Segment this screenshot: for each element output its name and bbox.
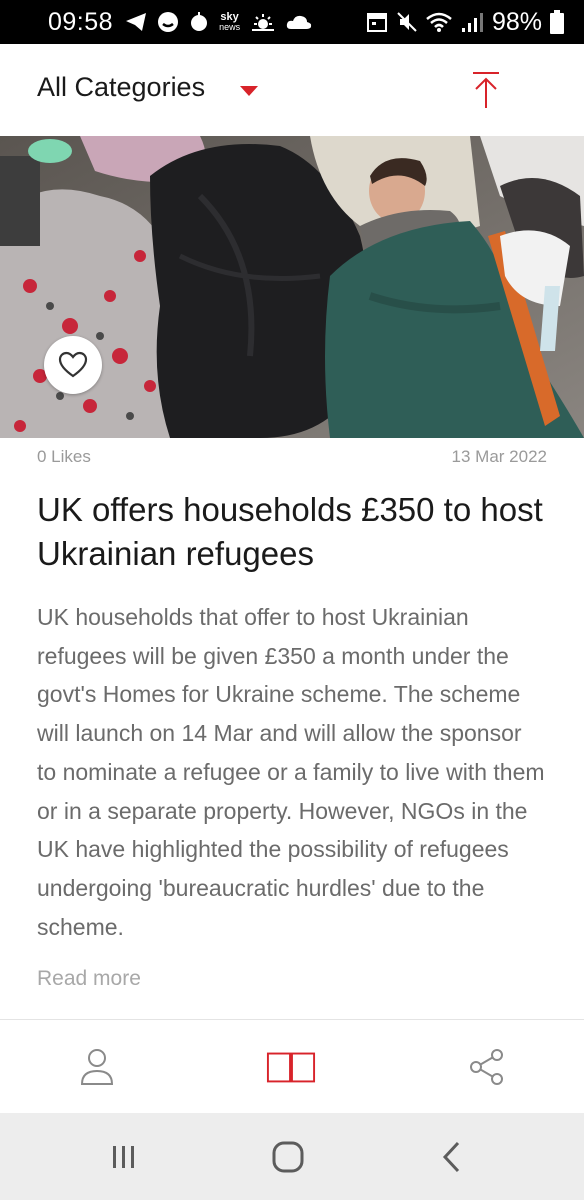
home-button[interactable] (263, 1135, 313, 1179)
profile-icon (80, 1049, 114, 1085)
caret-down-icon[interactable] (240, 86, 258, 96)
system-nav-bar (0, 1113, 584, 1200)
article-meta: 0 Likes 13 Mar 2022 (37, 447, 547, 467)
status-notification-icons: sky news (125, 11, 312, 33)
article-image (0, 136, 584, 438)
calendar-icon (366, 13, 387, 32)
status-bar: 09:58 sky news 98% (0, 0, 584, 44)
battery-percent: 98% (491, 7, 542, 36)
home-icon (272, 1141, 304, 1173)
refugee-photo (0, 136, 584, 438)
status-system-icons: 98% (366, 8, 564, 37)
app-header: All Categories (0, 44, 584, 136)
mute-icon (397, 12, 417, 32)
like-button[interactable] (44, 336, 102, 394)
recents-icon (113, 1146, 134, 1168)
sky-news-icon: sky news (219, 11, 241, 33)
weather-icon (252, 14, 275, 31)
wifi-icon (426, 12, 452, 32)
article-date: 13 Mar 2022 (451, 447, 547, 466)
dollar-icon (191, 12, 208, 31)
status-time: 09:58 (48, 7, 114, 36)
share-icon (470, 1049, 503, 1085)
battery-icon (550, 10, 564, 34)
cloud-icon (286, 15, 312, 29)
scroll-to-top-icon[interactable] (470, 70, 502, 110)
category-label: All Categories (37, 72, 206, 102)
tab-share[interactable] (462, 1042, 512, 1092)
tab-read[interactable] (266, 1042, 316, 1092)
messenger-icon (158, 12, 179, 32)
recents-button[interactable] (99, 1135, 149, 1179)
likes-count: 0 Likes (37, 447, 91, 466)
telegram-icon (126, 13, 147, 31)
read-more-link[interactable]: Read more (37, 967, 141, 991)
back-button[interactable] (427, 1135, 477, 1179)
article-summary: UK households that offer to host Ukraini… (37, 604, 545, 940)
heart-icon (58, 351, 88, 378)
back-icon (442, 1141, 460, 1173)
signal-icon (461, 13, 483, 32)
article-title: UK offers households £350 to host Ukrain… (37, 491, 543, 572)
bottom-tab-bar (0, 1019, 584, 1114)
tab-profile[interactable] (72, 1042, 122, 1092)
category-dropdown[interactable]: All Categories (37, 72, 205, 103)
book-icon (266, 1052, 316, 1083)
